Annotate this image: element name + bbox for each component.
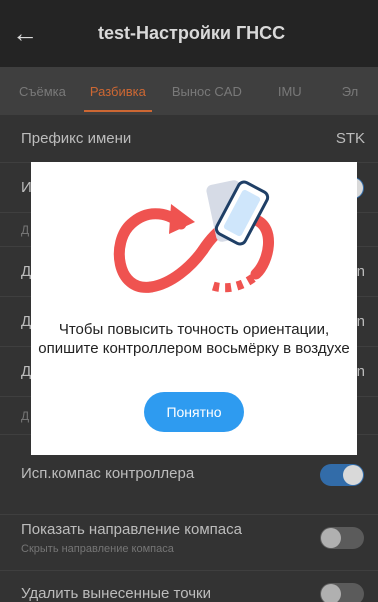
figure-eight-calibration-icon [31, 162, 357, 312]
dialog-message: Чтобы повысить точность ориентации, опиш… [38, 321, 350, 357]
ok-button[interactable]: Понятно [144, 392, 244, 432]
calibration-dialog: Чтобы повысить точность ориентации, опиш… [31, 162, 357, 455]
